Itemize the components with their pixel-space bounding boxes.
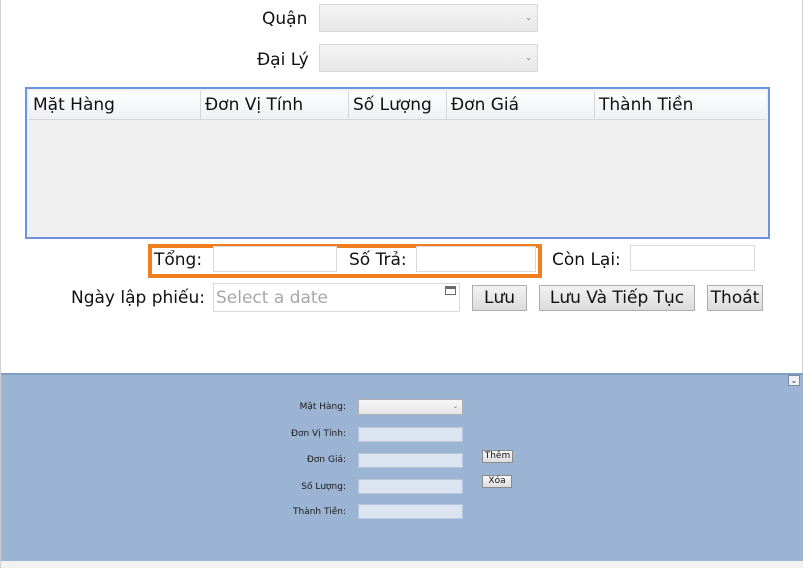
thanhtien-textbox[interactable]	[358, 504, 463, 519]
column-don-vi-tinh[interactable]: Đơn Vị Tính	[201, 91, 349, 119]
calendar-icon[interactable]	[445, 286, 456, 295]
sotra-label: Số Trả:	[349, 250, 407, 270]
save-button[interactable]: Lưu	[472, 285, 527, 311]
dongia-textbox[interactable]	[358, 453, 463, 468]
bottom-strip	[1, 561, 803, 568]
column-don-gia[interactable]: Đơn Giá	[447, 91, 595, 119]
column-thanh-tien[interactable]: Thành Tiền	[595, 91, 770, 119]
save-continue-button[interactable]: Lưu Và Tiếp Tục	[539, 285, 695, 311]
tong-label: Tổng:	[154, 250, 203, 270]
grid-header: Mặt Hàng Đơn Vị Tính Số Lượng Đơn Giá Th…	[29, 91, 766, 120]
donvitinh-textbox[interactable]	[358, 427, 463, 442]
tong-textbox[interactable]	[213, 246, 337, 272]
collapse-chevron-icon[interactable]: ⌄	[788, 375, 800, 386]
date-picker[interactable]: Select a date	[213, 283, 460, 312]
detail-panel: Mặt Hàng: ⌄ Đơn Vị Tính: Đơn Giá: Số Lượ…	[1, 373, 803, 561]
soluong-label: Số Lượng:	[301, 482, 346, 492]
delete-button[interactable]: Xóa	[482, 475, 512, 488]
chevron-down-icon: ⌄	[525, 53, 532, 62]
chevron-down-icon: ⌄	[452, 403, 458, 410]
chevron-down-icon: ⌄	[525, 13, 532, 22]
donvitinh-label: Đơn Vị Tính:	[290, 429, 346, 439]
exit-button[interactable]: Thoát	[707, 285, 763, 311]
sotra-textbox[interactable]	[416, 246, 536, 272]
daily-label: Đại Lý	[257, 50, 309, 70]
quan-combobox[interactable]: ⌄	[319, 4, 538, 32]
conlai-textbox[interactable]	[630, 245, 755, 271]
date-placeholder: Select a date	[216, 288, 329, 308]
column-mat-hang[interactable]: Mặt Hàng	[29, 91, 201, 119]
add-button[interactable]: Thêm	[482, 450, 513, 463]
dongia-label: Đơn Giá:	[306, 455, 346, 465]
soluong-textbox[interactable]	[358, 479, 463, 494]
conlai-label: Còn Lại:	[552, 250, 621, 270]
ngaylap-label: Ngày lập phiếu:	[71, 288, 205, 308]
window: Quận ⌄ Đại Lý ⌄ Mặt Hàng Đơn Vị Tính Số …	[0, 0, 803, 568]
column-so-luong[interactable]: Số Lượng	[349, 91, 447, 119]
mathang-combobox[interactable]: ⌄	[358, 399, 463, 415]
quan-label: Quận	[262, 9, 308, 29]
thanhtien-label: Thành Tiền:	[293, 507, 346, 517]
mathang-label: Mặt Hàng:	[299, 402, 346, 412]
items-grid[interactable]: Mặt Hàng Đơn Vị Tính Số Lượng Đơn Giá Th…	[25, 87, 770, 239]
daily-combobox[interactable]: ⌄	[319, 44, 538, 72]
